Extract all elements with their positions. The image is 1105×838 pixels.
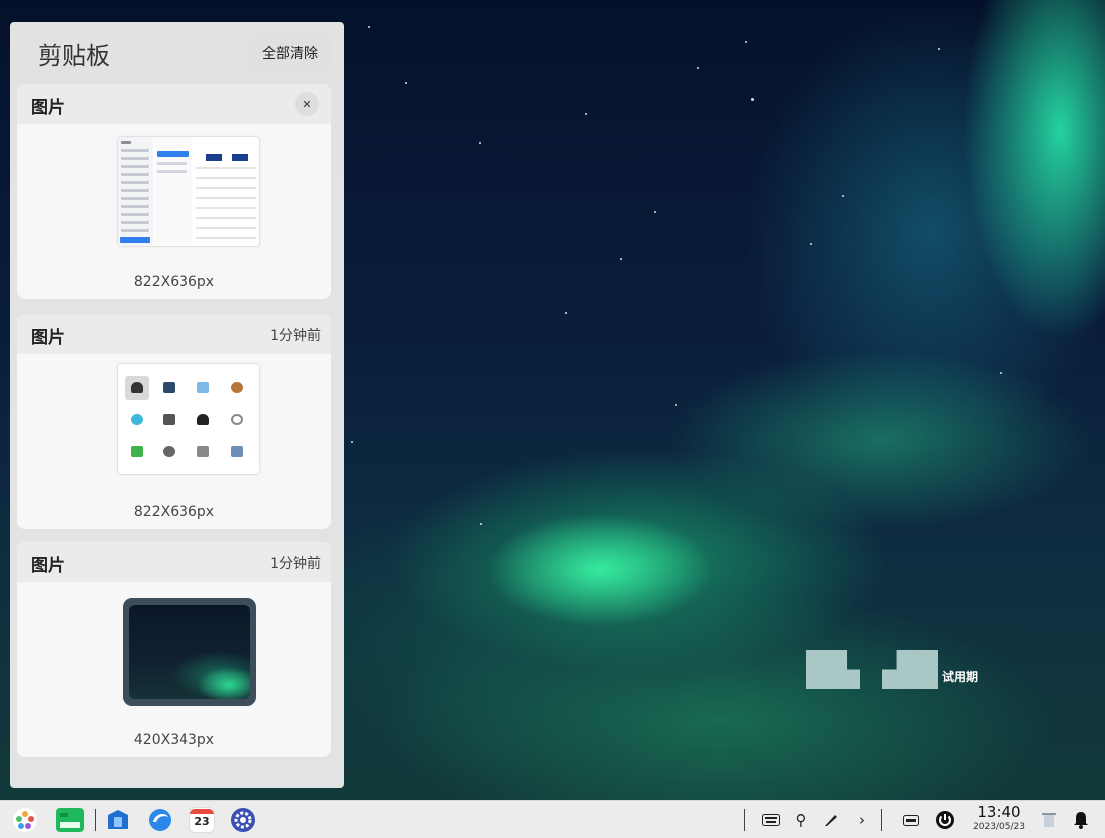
star — [479, 142, 481, 144]
image-thumbnail — [123, 598, 256, 706]
keyboard-icon[interactable] — [760, 809, 782, 831]
star — [480, 523, 482, 525]
clock-date: 2023/05/23 — [973, 822, 1025, 832]
clipboard-item[interactable]: 图片 1分钟前 822X636px — [17, 314, 331, 529]
clock[interactable]: 13:40 2023/05/23 — [969, 804, 1029, 833]
star — [368, 26, 370, 28]
clipboard-item-type: 图片 — [31, 98, 65, 118]
clipboard-item-header: 图片 ✕ — [17, 84, 331, 124]
star — [938, 48, 940, 50]
star — [1000, 372, 1002, 374]
watermark-label: 试用期 — [942, 670, 979, 684]
pen-icon[interactable] — [820, 809, 842, 831]
star — [697, 67, 699, 69]
watermark-logo-left — [806, 650, 860, 689]
app-store-icon[interactable] — [105, 807, 131, 833]
taskbar-separator — [95, 809, 96, 831]
expand-arrow-icon[interactable]: › — [854, 809, 870, 831]
star — [565, 312, 567, 314]
launcher-icon[interactable] — [12, 807, 38, 833]
notification-icon[interactable] — [1071, 809, 1091, 831]
clipboard-item[interactable]: 图片 1分钟前 420X343px — [17, 542, 331, 757]
clipboard-item-header: 图片 1分钟前 — [17, 542, 331, 582]
close-icon[interactable]: ✕ — [295, 92, 319, 116]
clipboard-item-time: 1分钟前 — [270, 556, 321, 572]
star — [675, 404, 677, 406]
taskbar-separator — [744, 809, 745, 831]
watermark-logo-right — [882, 650, 938, 689]
clipboard-title: 剪贴板 — [38, 42, 110, 70]
browser-icon[interactable] — [147, 807, 173, 833]
clipboard-item[interactable]: 图片 ✕ 822X636px — [17, 84, 331, 299]
image-thumbnail — [118, 137, 259, 246]
settings-icon[interactable] — [230, 807, 256, 833]
image-thumbnail — [118, 364, 259, 474]
trial-watermark: 试用期 — [806, 650, 1006, 690]
image-size-label: 822X636px — [133, 274, 215, 290]
star — [751, 98, 754, 101]
star — [654, 211, 656, 213]
usb-icon[interactable]: ⚲ — [792, 809, 810, 831]
clipboard-item-type: 图片 — [31, 556, 65, 576]
clipboard-panel: 剪贴板 全部清除 图片 ✕ 822X636px 图片 1分钟前 822X636p… — [10, 22, 344, 788]
star — [620, 258, 622, 260]
star — [842, 195, 844, 197]
image-size-label: 822X636px — [133, 504, 215, 520]
image-size-label: 420X343px — [133, 732, 215, 748]
calendar-day: 23 — [194, 815, 210, 828]
clipboard-item-type: 图片 — [31, 328, 65, 348]
star — [405, 82, 407, 84]
clipboard-item-time: 1分钟前 — [270, 328, 321, 344]
star — [745, 41, 747, 43]
star — [585, 113, 587, 115]
clock-time: 13:40 — [977, 803, 1021, 821]
clipboard-item-header: 图片 1分钟前 — [17, 314, 331, 354]
power-icon[interactable] — [934, 809, 956, 831]
keyboard-layout-icon[interactable] — [900, 809, 922, 831]
clipboard-header: 剪贴板 全部清除 — [10, 22, 344, 82]
taskbar-separator — [881, 809, 882, 831]
trash-icon[interactable] — [1040, 809, 1058, 831]
clear-all-button[interactable]: 全部清除 — [248, 33, 332, 72]
star — [810, 243, 812, 245]
calendar-icon[interactable]: 23 — [189, 807, 215, 833]
taskbar: 23 ⚲ › 13:40 2023/05/23 — [0, 800, 1105, 838]
file-manager-icon[interactable] — [56, 808, 84, 832]
star — [351, 441, 353, 443]
